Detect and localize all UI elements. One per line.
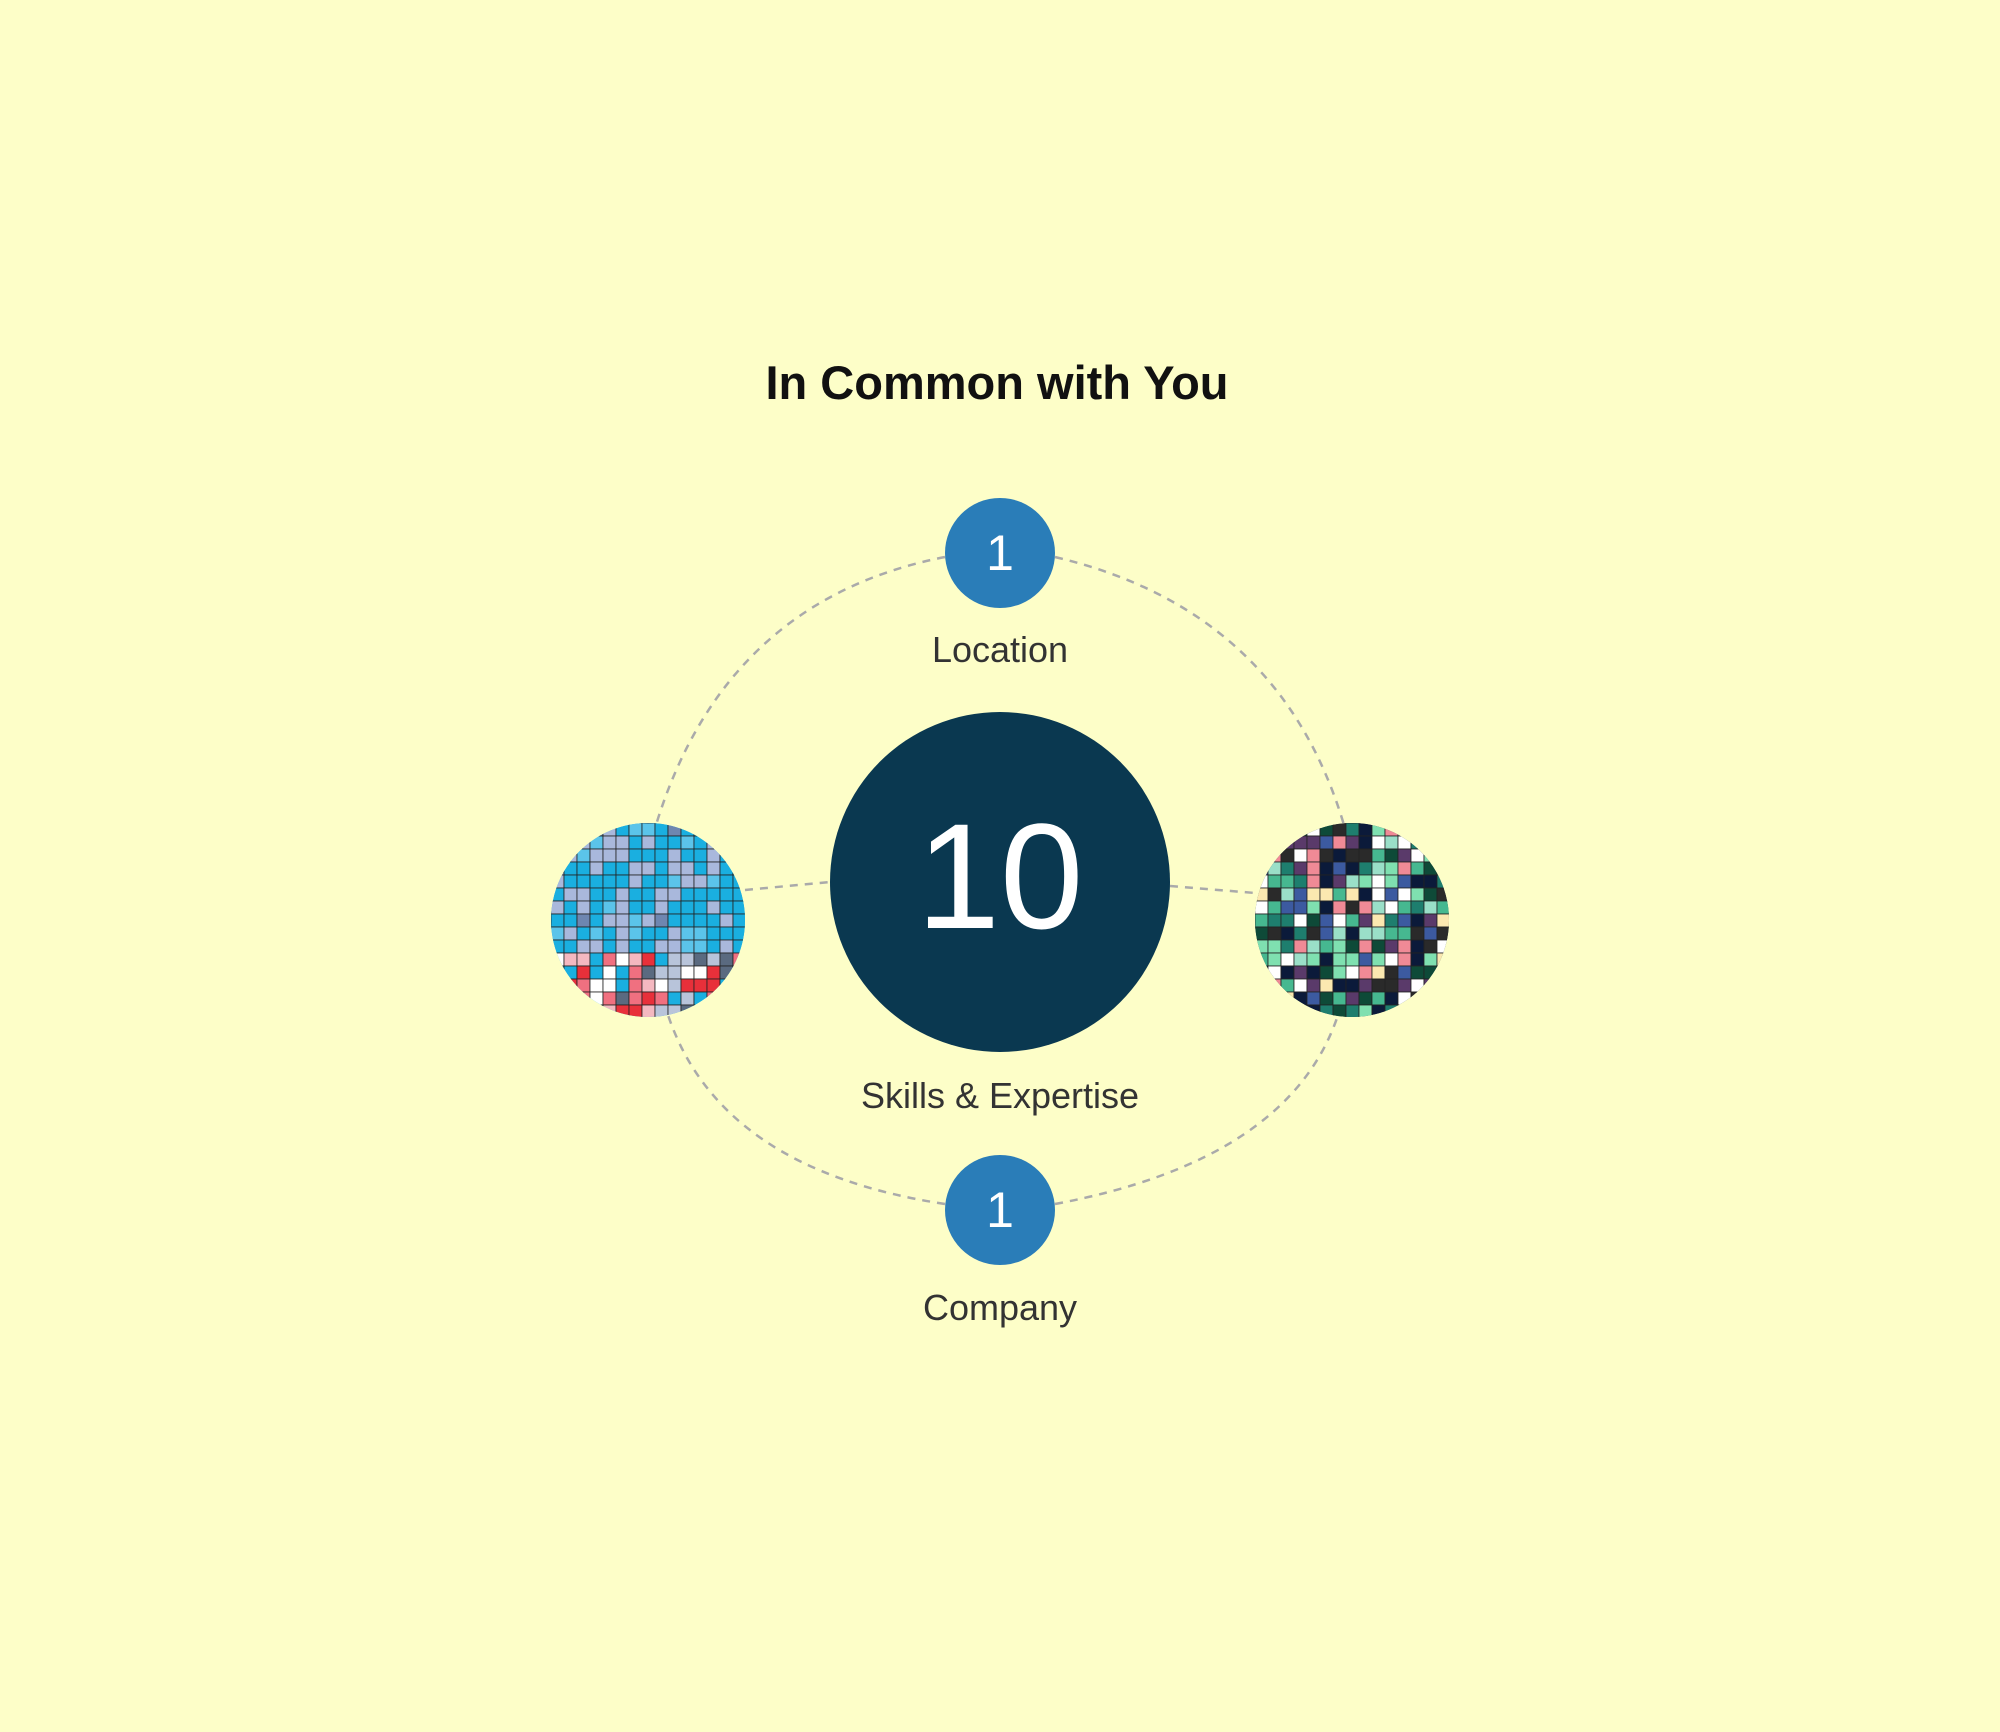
company-label: Company: [923, 1287, 1077, 1328]
location-count: 1: [986, 525, 1014, 581]
skills-count: 10: [917, 792, 1084, 960]
common-connections-diagram: 10 Skills & Expertise 1 Location 1 Compa…: [551, 498, 1450, 1328]
company-count: 1: [986, 1182, 1014, 1238]
left-avatar[interactable]: [551, 823, 746, 1018]
pixel-avatar-icon: [551, 823, 745, 1017]
skills-label: Skills & Expertise: [861, 1075, 1139, 1116]
location-node[interactable]: 1 Location: [932, 498, 1068, 670]
link-center-left: [744, 880, 831, 892]
link-center-right: [1169, 884, 1256, 895]
right-avatar[interactable]: [1255, 823, 1450, 1018]
skills-node[interactable]: 10 Skills & Expertise: [830, 712, 1170, 1116]
location-label: Location: [932, 629, 1068, 670]
pixel-avatar-icon: [1255, 823, 1449, 1017]
company-node[interactable]: 1 Company: [923, 1155, 1077, 1328]
